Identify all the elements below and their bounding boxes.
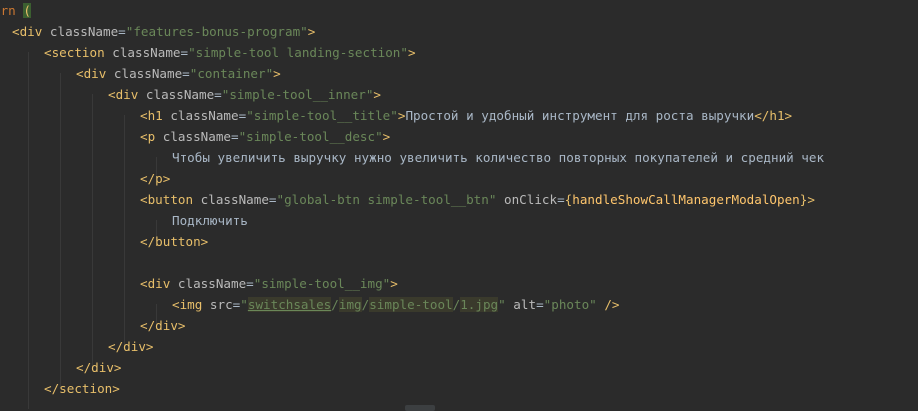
code-token: urn <box>0 3 16 18</box>
code-line[interactable]: </p> <box>0 168 918 189</box>
code-token: /> <box>596 297 620 312</box>
code-token: " <box>498 297 506 312</box>
code-token: className <box>49 24 119 39</box>
code-token: alt <box>505 297 537 312</box>
code-line[interactable]: Подключить <box>0 210 918 231</box>
code-token: </section> <box>44 381 120 396</box>
code-token: className <box>145 87 215 102</box>
code-token: = <box>231 129 239 144</box>
code-token: </p> <box>140 171 171 186</box>
code-token: src <box>209 297 233 312</box>
code-token: = <box>536 297 544 312</box>
code-line[interactable]: <p className="simple-tool__desc"> <box>0 126 918 147</box>
code-line[interactable]: </button> <box>0 231 918 252</box>
code-token: Чтобы увеличить выручку нужно увеличить … <box>172 150 825 165</box>
code-token: = <box>268 192 277 207</box>
code-token: = <box>214 87 222 102</box>
code-token: onClick <box>496 192 558 207</box>
code-line[interactable]: <button className="global-btn simple-too… <box>0 189 918 210</box>
code-token: > <box>373 87 382 102</box>
code-token: simple-tool <box>369 297 453 312</box>
code-token: = <box>557 192 565 207</box>
code-token: = <box>246 276 254 291</box>
code-line[interactable]: </div> <box>0 315 918 336</box>
code-line[interactable]: <div className="features-bonus-program"> <box>0 21 918 42</box>
code-token: > <box>407 45 416 60</box>
code-token: <h1 <box>140 108 171 123</box>
code-token: <button <box>140 192 201 207</box>
code-line[interactable]: <div className="container"> <box>0 63 918 84</box>
code-token: <section <box>44 45 113 60</box>
code-token: <div <box>12 24 50 39</box>
code-token: handleShowCallManagerModalOpen <box>572 192 800 207</box>
code-token: ( <box>23 3 31 18</box>
code-token: 1.jpg <box>460 297 499 312</box>
code-token: className <box>162 129 231 144</box>
code-token: className <box>170 108 239 123</box>
code-token: "container" <box>189 66 274 81</box>
code-token: "simple-tool landing-section" <box>188 45 408 60</box>
code-line[interactable] <box>0 252 918 273</box>
code-token: "simple-tool__title" <box>246 108 398 123</box>
code-line[interactable]: <section className="simple-tool landing-… <box>0 42 918 63</box>
code-editor[interactable]: urn (<div className="features-bonus-prog… <box>0 0 918 411</box>
code-token: switchsales <box>247 297 332 312</box>
code-token: </div> <box>140 318 186 333</box>
code-token: > <box>273 66 281 81</box>
code-token: > <box>382 129 391 144</box>
code-token: img <box>338 297 362 312</box>
code-token: "photo" <box>543 297 597 312</box>
code-line[interactable]: </div> <box>0 336 918 357</box>
code-token: " <box>240 297 248 312</box>
code-token: "features-bonus-program" <box>125 24 308 39</box>
code-token: "global-btn simple-tool__btn" <box>276 192 497 207</box>
code-token: <img <box>172 297 210 312</box>
code-token: Подключить <box>172 213 248 228</box>
code-token: className <box>177 276 247 291</box>
code-token: className <box>112 45 181 60</box>
horizontal-scrollbar[interactable] <box>405 405 435 411</box>
code-token: "simple-tool__inner" <box>221 87 374 102</box>
code-token: Простой и удобный инструмент для роста в… <box>405 108 755 123</box>
code-token: </h1> <box>754 108 793 123</box>
code-line[interactable]: urn ( <box>0 0 918 21</box>
code-token: "simple-tool__img" <box>253 276 391 291</box>
code-token: > <box>807 192 815 207</box>
code-token: className <box>200 192 269 207</box>
code-token: <div <box>140 276 178 291</box>
code-token: "simple-tool__desc" <box>238 129 383 144</box>
code-line[interactable]: <div className="simple-tool__img"> <box>0 273 918 294</box>
code-token: <div <box>76 66 114 81</box>
code-token: = <box>182 66 190 81</box>
code-token: > <box>390 276 398 291</box>
code-token: = <box>118 24 126 39</box>
code-token: </div> <box>76 360 122 375</box>
code-line[interactable]: </section> <box>0 378 918 399</box>
code-token: <p <box>140 129 163 144</box>
code-token: > <box>307 24 316 39</box>
code-token: className <box>113 66 183 81</box>
code-line[interactable]: <div className="simple-tool__inner"> <box>0 84 918 105</box>
code-token: </button> <box>140 234 209 249</box>
code-line[interactable]: <h1 className="simple-tool__title">Прост… <box>0 105 918 126</box>
code-line[interactable]: Чтобы увеличить выручку нужно увеличить … <box>0 147 918 168</box>
code-line[interactable]: <img src="switchsales/img/simple-tool/1.… <box>0 294 918 315</box>
code-token: </div> <box>108 339 154 354</box>
code-token: = <box>180 45 189 60</box>
code-token: / <box>331 297 339 312</box>
code-line[interactable]: </div> <box>0 357 918 378</box>
code-token: <div <box>108 87 146 102</box>
